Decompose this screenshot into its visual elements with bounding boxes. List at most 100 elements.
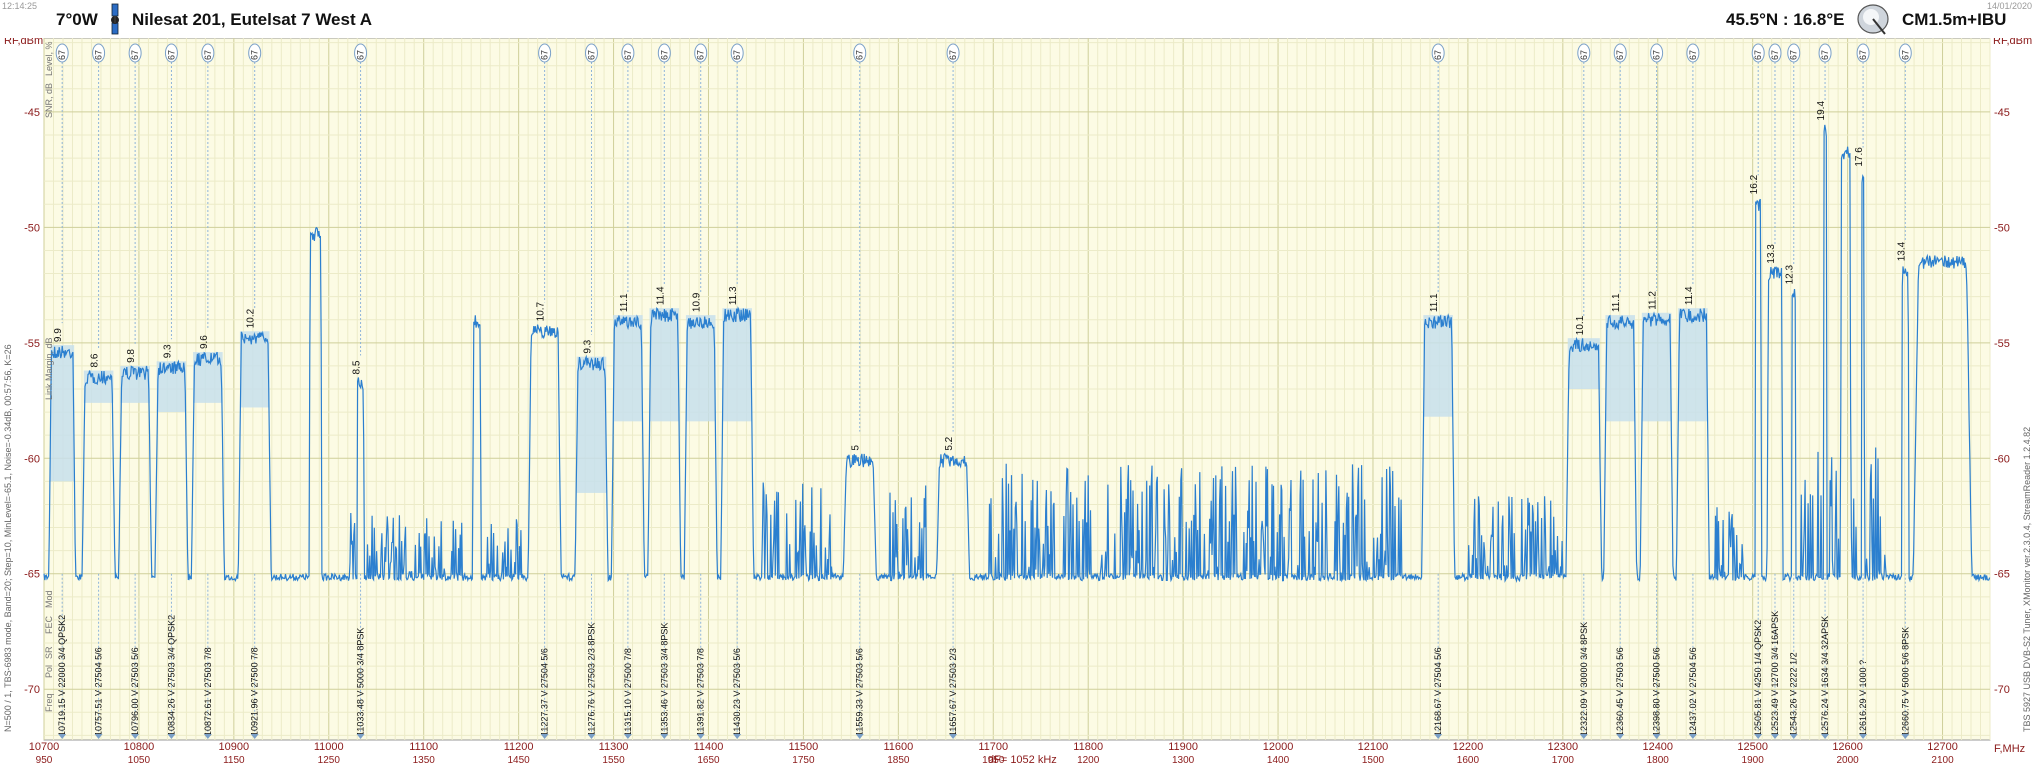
if-tick-label: 1300 bbox=[1172, 755, 1195, 766]
level-badge-text: 67 bbox=[1433, 50, 1443, 60]
snr-label: 13.4 bbox=[1896, 241, 1907, 261]
if-tick-label: 2000 bbox=[1836, 755, 1859, 766]
snr-label: 10.1 bbox=[1575, 315, 1586, 335]
if-tick-label: 1650 bbox=[697, 755, 720, 766]
snr-label: 10.7 bbox=[536, 301, 547, 321]
snr-label: 5.2 bbox=[944, 436, 955, 450]
level-badge-text: 67 bbox=[94, 50, 104, 60]
if-tick-label: 1550 bbox=[602, 755, 625, 766]
snr-label: 9.9 bbox=[53, 328, 64, 342]
if-tick-label: 1800 bbox=[1647, 755, 1670, 766]
satellite-icon bbox=[111, 3, 119, 35]
if-tick-label: 1200 bbox=[1077, 755, 1100, 766]
carrier-info: 12523.49 V 12700 3/4 16APSK bbox=[1770, 611, 1780, 736]
snr-label: 13.3 bbox=[1766, 244, 1777, 264]
x-tick-label: 11200 bbox=[504, 741, 534, 753]
if-tick-label: 1700 bbox=[1552, 755, 1575, 766]
carrier-fill bbox=[649, 308, 680, 422]
carrier-fill bbox=[1678, 308, 1708, 422]
header-link-margin: Link Margin, dB bbox=[44, 337, 54, 400]
level-badge-text: 67 bbox=[540, 50, 550, 60]
header-fec: FEC bbox=[44, 615, 54, 634]
x-tick-label: 11900 bbox=[1168, 741, 1198, 753]
carrier-info: 11227.37 V 27504 5/6 bbox=[540, 648, 550, 736]
carrier-info: 12543.26 V 2222 1/2 bbox=[1789, 652, 1799, 736]
carrier-info: 11353.46 V 27503 3/4 8PSK bbox=[659, 623, 669, 736]
y-tick-label-right: -70 bbox=[1994, 684, 2010, 696]
snr-label: 9.6 bbox=[199, 335, 210, 349]
snr-label: 11.4 bbox=[655, 286, 666, 305]
y-tick-label-left: -50 bbox=[24, 222, 40, 234]
satellite-name: Nilesat 201, Eutelsat 7 West A bbox=[132, 10, 372, 29]
snr-label: 11.1 bbox=[1611, 293, 1622, 312]
level-badge-text: 67 bbox=[587, 50, 597, 60]
carrier-fill bbox=[1641, 312, 1672, 422]
x-tick-label: 10700 bbox=[29, 741, 60, 753]
carrier-fill bbox=[576, 356, 607, 493]
carrier-info: 12168.67 V 27504 5/6 bbox=[1433, 647, 1443, 736]
carrier-info: 12360.45 V 27503 5/6 bbox=[1615, 647, 1625, 736]
snr-label: 16.2 bbox=[1749, 174, 1760, 194]
level-badge-text: 67 bbox=[696, 50, 706, 60]
x-tick-label: 12400 bbox=[1642, 741, 1673, 753]
x-tick-label: 11000 bbox=[314, 741, 344, 753]
snr-label: 11.1 bbox=[1429, 293, 1440, 312]
header-freq: Freq bbox=[44, 693, 54, 712]
carrier-info: 10872.61 V 27503 7/8 bbox=[203, 647, 213, 736]
x-tick-label: 12200 bbox=[1453, 741, 1484, 753]
antenna-dish-icon bbox=[1857, 4, 1889, 35]
carrier-info: 11276.76 V 27503 2/3 8PSK bbox=[587, 623, 597, 736]
level-badge-text: 67 bbox=[1820, 50, 1830, 60]
carrier-info: 11391.82 V 27503 7/8 bbox=[696, 648, 706, 736]
header-time: 12:14:25 bbox=[2, 1, 38, 11]
x-tick-label: 11400 bbox=[694, 741, 724, 753]
if-tick-label: 1450 bbox=[508, 755, 531, 766]
header-bar: 12:14:25 14/01/2020 7°0W Nilesat 201, Eu… bbox=[0, 0, 2034, 38]
header-mod: Mod bbox=[44, 590, 54, 608]
carrier-info: 11430.23 V 27503 5/6 bbox=[732, 648, 742, 736]
y-tick-label-left: -65 bbox=[24, 569, 40, 581]
y-tick-label-left: -45 bbox=[24, 107, 40, 119]
x-tick-label: 11100 bbox=[409, 741, 438, 753]
level-badge-text: 67 bbox=[948, 50, 958, 60]
level-badge-text: 67 bbox=[166, 50, 176, 60]
x-tick-label: 11700 bbox=[978, 741, 1008, 753]
snr-label: 17.6 bbox=[1854, 147, 1865, 167]
snr-label: 10.9 bbox=[692, 292, 703, 312]
antenna-config: CM1.5m+IBU bbox=[1902, 10, 2007, 29]
carrier-info: 11559.33 V 27503 5/6 bbox=[855, 648, 865, 736]
snr-label: 8.6 bbox=[90, 353, 101, 367]
snr-label: 12.3 bbox=[1785, 264, 1796, 284]
x-tick-label: 12300 bbox=[1548, 741, 1579, 753]
level-badge-text: 67 bbox=[203, 50, 213, 60]
carrier-fill bbox=[1605, 315, 1635, 422]
level-badge-text: 67 bbox=[659, 50, 669, 60]
level-badge-text: 67 bbox=[732, 50, 742, 60]
x-tick-label: 12600 bbox=[1832, 741, 1863, 753]
carrier-fill bbox=[722, 308, 752, 422]
level-badge-text: 67 bbox=[1688, 50, 1698, 60]
carrier-info: 12437.02 V 27504 5/6 bbox=[1688, 647, 1698, 736]
snr-label: 11.3 bbox=[728, 286, 739, 305]
if-tick-label: 1350 bbox=[413, 755, 436, 766]
if-tick-label: 1900 bbox=[1742, 755, 1765, 766]
carrier-fill bbox=[1423, 315, 1453, 417]
y-tick-label-right: -65 bbox=[1994, 569, 2010, 581]
snr-label: 19.4 bbox=[1816, 101, 1827, 121]
orbital-position: 7°0W bbox=[56, 10, 98, 29]
carrier-info: 11657.67 V 27503 2/3 bbox=[948, 648, 958, 736]
if-tick-label: 2100 bbox=[1931, 755, 1954, 766]
carrier-info: 10921.96 V 27500 7/8 bbox=[250, 647, 260, 736]
snr-label: 5 bbox=[851, 445, 862, 451]
carrier-info: 10757.51 V 27504 5/6 bbox=[94, 647, 104, 736]
carrier-info: 10834.26 V 27503 3/4 QPSK2 bbox=[166, 615, 176, 736]
carrier-info: 11033.48 V 5000 3/4 8PSK bbox=[356, 628, 366, 736]
snr-label: 10.2 bbox=[246, 308, 257, 328]
if-tick-label: 1600 bbox=[1457, 755, 1480, 766]
carrier-info: 12398.80 V 27500 5/6 bbox=[1652, 647, 1662, 736]
y-tick-label-left: -70 bbox=[24, 684, 40, 696]
y-tick-label-left: -55 bbox=[24, 338, 40, 350]
x-axis-unit: F,MHz bbox=[1994, 743, 2025, 755]
level-badge-text: 67 bbox=[1753, 50, 1763, 60]
x-tick-label: 11500 bbox=[789, 741, 819, 753]
